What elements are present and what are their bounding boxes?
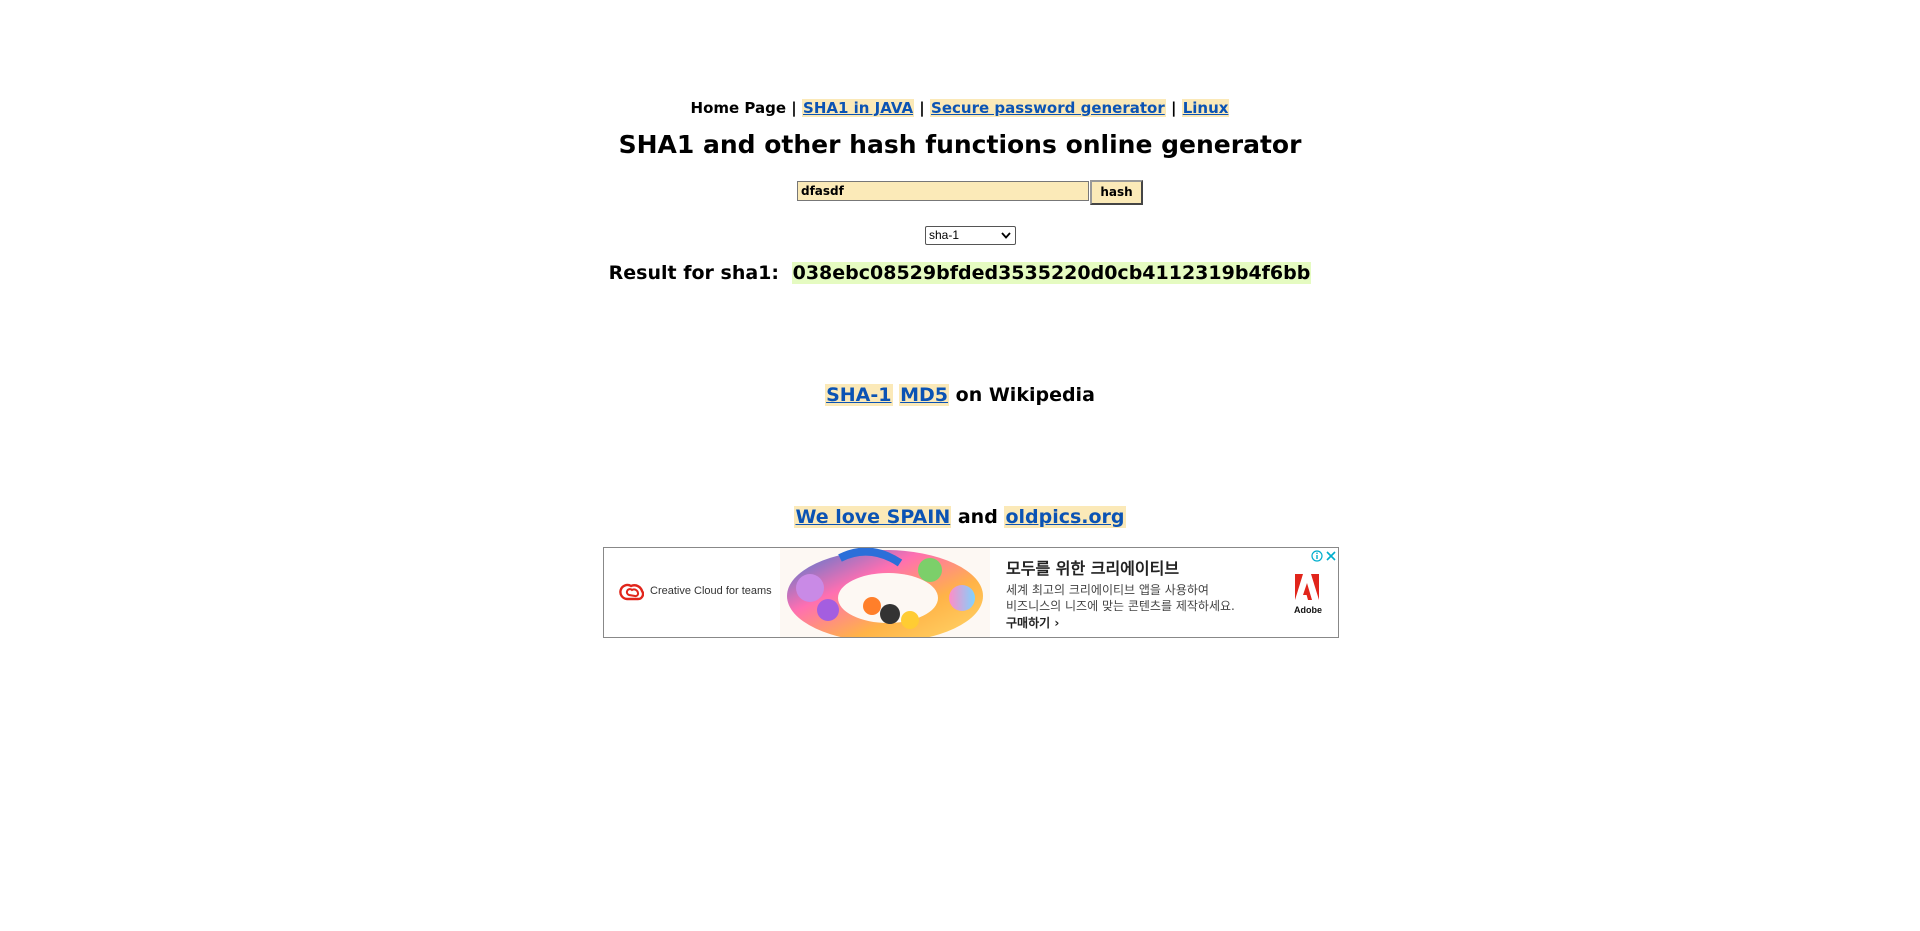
nav-separator: |	[1170, 99, 1177, 117]
ad-cta-link[interactable]: 구매하기 ›	[1006, 614, 1059, 631]
nav-separator: |	[791, 99, 797, 117]
hash-button[interactable]: hash	[1090, 180, 1143, 205]
wiki-suffix: on Wikipedia	[955, 384, 1095, 406]
algorithm-select-value: sha-1	[929, 228, 960, 242]
ad-body-line: 세계 최고의 크리에이티브 앱을 사용하여	[1006, 583, 1209, 597]
ad-banner[interactable]: Creative Cloud for teams 모두를 위한 크리에이티브 세…	[603, 547, 1339, 638]
top-nav: Home Page | SHA1 in JAVA | Secure passwo…	[0, 99, 1920, 117]
page-title: SHA1 and other hash functions online gen…	[618, 130, 1302, 159]
nav-link-sha1-java[interactable]: SHA1 in JAVA	[802, 99, 915, 117]
algorithm-select[interactable]: sha-1	[925, 226, 1016, 245]
ad-close-icon[interactable]	[1325, 550, 1337, 562]
ad-brand: Creative Cloud for teams	[650, 585, 772, 597]
promo-link-oldpics[interactable]: oldpics.org	[1004, 506, 1126, 528]
promo-conjunction: and	[957, 506, 998, 528]
creative-cloud-logo-icon	[619, 583, 644, 601]
ad-headline: 모두를 위한 크리에이티브	[1006, 559, 1180, 578]
result-hash-value: 038ebc08529bfded3535220d0cb4112319b4f6bb	[791, 262, 1312, 284]
promo-link-spain[interactable]: We love SPAIN	[794, 506, 952, 528]
ad-artwork-image	[780, 548, 990, 637]
promo-links: We love SPAIN and oldpics.org	[0, 506, 1920, 528]
nav-home-text: Home Page	[690, 99, 787, 117]
adobe-logo: Adobe	[1294, 574, 1322, 615]
chevron-down-icon	[1001, 232, 1011, 239]
adobe-a-icon	[1295, 574, 1319, 600]
hash-text-input[interactable]	[797, 181, 1089, 201]
ad-body: 세계 최고의 크리에이티브 앱을 사용하여 비즈니스의 니즈에 맞는 콘텐츠를 …	[1006, 582, 1235, 614]
ad-body-line: 비즈니스의 니즈에 맞는 콘텐츠를 제작하세요.	[1006, 599, 1235, 613]
adobe-label: Adobe	[1294, 605, 1322, 615]
ad-info-icon[interactable]	[1311, 550, 1323, 562]
result-line: Result for sha1: 038ebc08529bfded3535220…	[0, 262, 1920, 284]
wikipedia-links: SHA-1 MD5 on Wikipedia	[0, 384, 1920, 406]
nav-link-password-generator[interactable]: Secure password generator	[930, 99, 1166, 117]
wiki-link-md5[interactable]: MD5	[899, 384, 950, 406]
wiki-link-sha1[interactable]: SHA-1	[825, 384, 893, 406]
result-label: Result for sha1:	[608, 262, 779, 284]
nav-link-linux[interactable]: Linux	[1181, 99, 1230, 117]
nav-separator: |	[919, 99, 925, 117]
